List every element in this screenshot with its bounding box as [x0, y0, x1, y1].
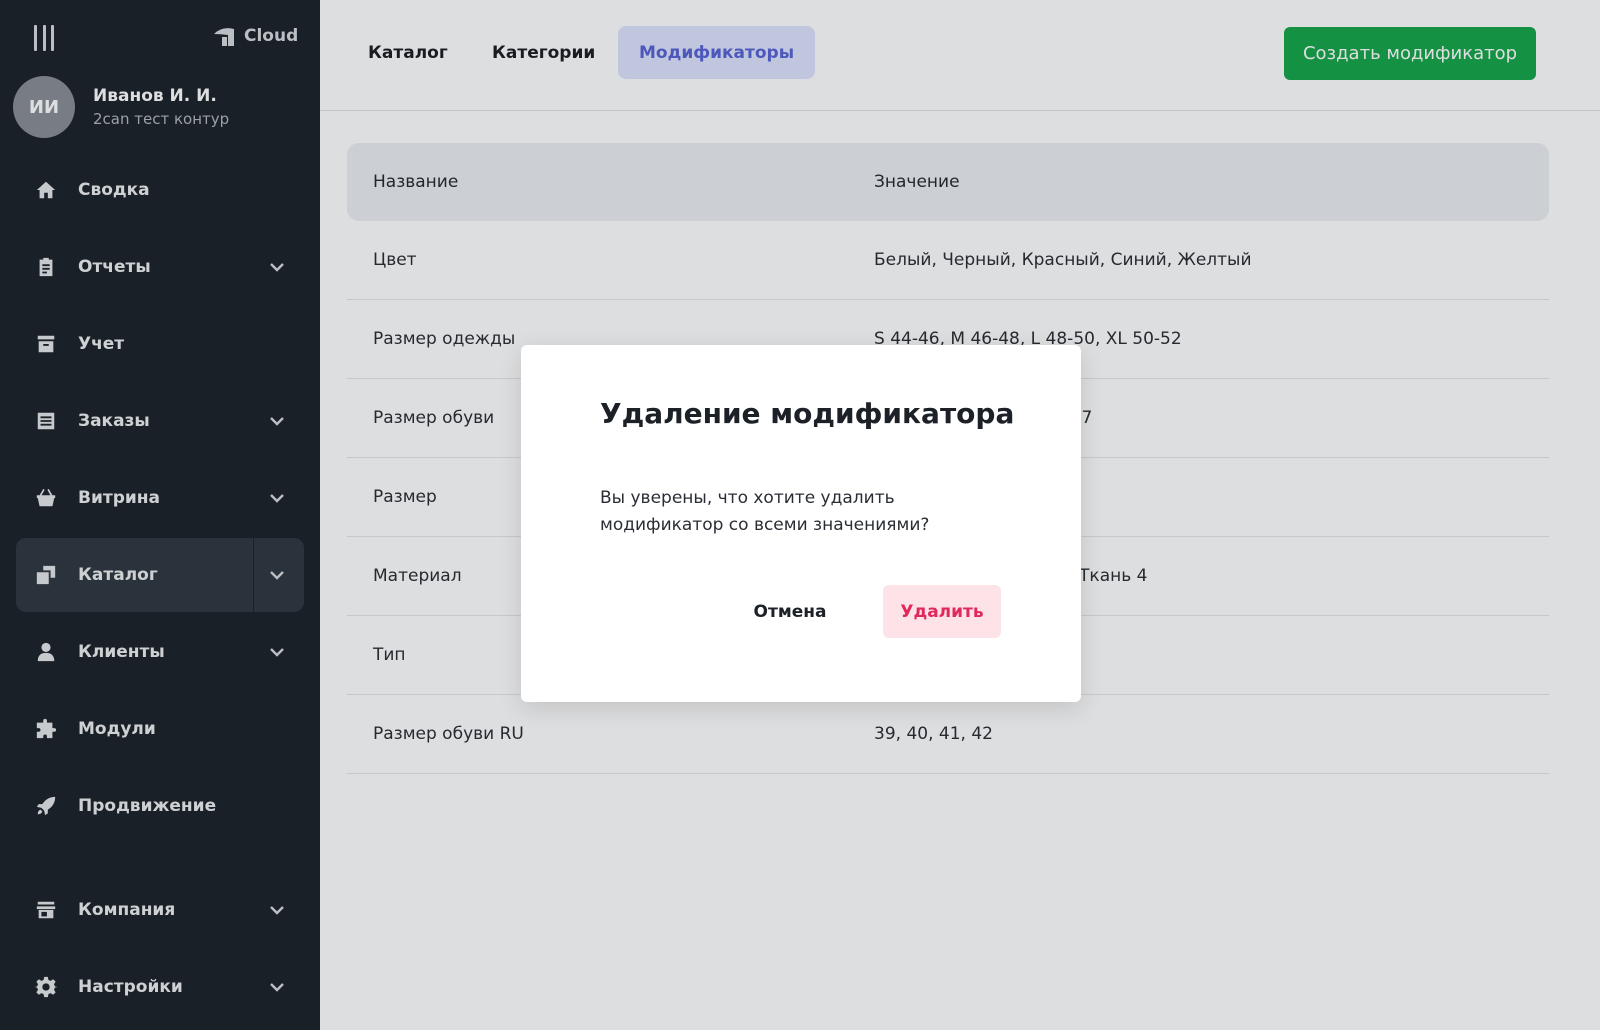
cancel-button[interactable]: Отмена [740, 585, 840, 638]
modal-backdrop[interactable]: Удаление модификатора Вы уверены, что хо… [0, 0, 1600, 1030]
dialog-message: Вы уверены, что хотите удалить модификат… [600, 488, 930, 535]
dialog-title: Удаление модификатора [600, 397, 1015, 430]
delete-modifier-dialog: Удаление модификатора Вы уверены, что хо… [521, 345, 1081, 702]
delete-button[interactable]: Удалить [883, 585, 1001, 638]
